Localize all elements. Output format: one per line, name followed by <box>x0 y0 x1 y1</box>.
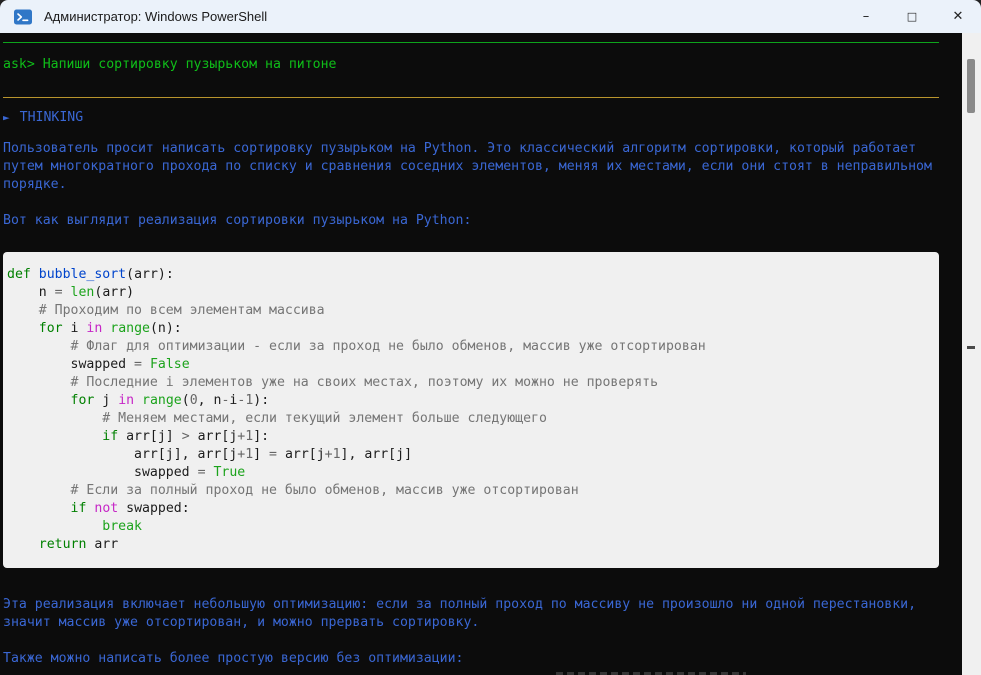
window-controls: – □ ✕ <box>843 0 981 33</box>
thinking-label: THINKING <box>20 109 84 127</box>
scrollbar[interactable] <box>962 33 981 675</box>
code-block: def bubble_sort(arr): n = len(arr) # Про… <box>3 252 939 568</box>
scrollbar-thumb[interactable] <box>967 59 975 113</box>
close-button[interactable]: ✕ <box>935 0 981 33</box>
prompt-line: ask> Напиши сортировку пузырьком на пито… <box>3 56 943 74</box>
powershell-window: Администратор: Windows PowerShell – □ ✕ … <box>0 0 981 675</box>
summary-paragraph: Эта реализация включает небольшую оптими… <box>3 596 943 632</box>
analysis-paragraph: Пользователь просит написать сортировку … <box>3 140 943 194</box>
window-title: Администратор: Windows PowerShell <box>44 9 267 24</box>
thinking-arrow-icon: ► <box>3 109 10 127</box>
divider-yellow <box>3 97 939 98</box>
outro-line: Также можно написать более простую верси… <box>3 650 943 668</box>
minimize-button[interactable]: – <box>843 0 889 33</box>
title-bar: Администратор: Windows PowerShell – □ ✕ <box>0 0 981 33</box>
thinking-header: ► THINKING <box>3 109 943 127</box>
powershell-icon <box>13 7 33 27</box>
maximize-button[interactable]: □ <box>889 0 935 33</box>
scrollbar-mark <box>967 346 975 349</box>
divider-green <box>3 42 939 43</box>
terminal-content: ask> Напиши сортировку пузырьком на пито… <box>0 33 943 675</box>
intro-line: Вот как выглядит реализация сортировки п… <box>3 212 943 230</box>
